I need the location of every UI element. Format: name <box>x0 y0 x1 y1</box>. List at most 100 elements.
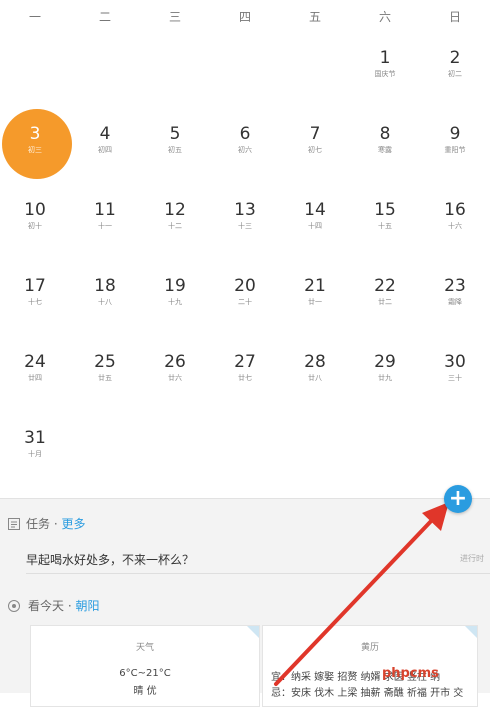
today-location-link[interactable]: 朝阳 <box>75 599 99 613</box>
day-cell[interactable]: 11 十一 <box>70 184 140 254</box>
day-cell[interactable]: 15 十五 <box>350 184 420 254</box>
almanac-card[interactable]: 黄历 宜：纳采 嫁娶 招赘 纳婿 求医 竖柱 纳 忌：安床 伐木 上梁 抽薪 斋… <box>262 625 478 707</box>
day-cell[interactable]: 22 廿二 <box>350 260 420 330</box>
day-number: 28 <box>304 352 326 372</box>
day-number: 23 <box>444 276 466 296</box>
weekday-mon: 一 <box>28 10 41 24</box>
day-cell[interactable]: 10 初十 <box>0 184 70 254</box>
day-cell[interactable]: 28 廿八 <box>280 336 350 406</box>
lunar-date: 十七 <box>28 298 42 306</box>
day-cell[interactable]: 25 廿五 <box>70 336 140 406</box>
almanac-title: 黄历 <box>360 643 379 653</box>
day-cell[interactable]: 24 廿四 <box>0 336 70 406</box>
lunar-date: 廿四 <box>28 374 42 382</box>
lunar-date: 十八 <box>98 298 112 306</box>
lunar-date: 廿一 <box>308 298 322 306</box>
day-cell[interactable]: 29 廿九 <box>350 336 420 406</box>
day-cell[interactable]: 17 十七 <box>0 260 70 330</box>
weather-temperature: 6°C~21°C <box>119 668 171 679</box>
day-cell[interactable]: 13 十三 <box>210 184 280 254</box>
day-cell[interactable]: 8 寒露 <box>350 108 420 178</box>
day-number: 24 <box>24 352 46 372</box>
weekday-sun: 日 <box>448 10 461 24</box>
day-number: 3 <box>29 124 41 144</box>
task-item[interactable]: 早起喝水好处多，不来一杯么？ 进行时 <box>26 539 490 574</box>
day-number: 16 <box>444 200 466 220</box>
day-cell[interactable]: 12 十二 <box>140 184 210 254</box>
location-icon <box>8 600 20 612</box>
lunar-date: 初六 <box>238 146 252 154</box>
day-cell[interactable]: 1 国庆节 <box>350 32 420 102</box>
task-item-text: 早起喝水好处多，不来一杯么？ <box>26 553 195 567</box>
lunar-date: 二十 <box>238 298 252 306</box>
day-cell[interactable]: 3 初三 <box>0 108 72 179</box>
day-number: 6 <box>239 124 251 144</box>
lunar-date: 初四 <box>98 146 112 154</box>
lunar-date: 廿九 <box>378 374 392 382</box>
lunar-date: 初五 <box>168 146 182 154</box>
day-cell[interactable]: 19 十九 <box>140 260 210 330</box>
day-cell[interactable]: 9 重阳节 <box>420 108 490 178</box>
tasks-more-link[interactable]: 更多 <box>61 517 85 531</box>
lunar-date: 十月 <box>28 450 42 458</box>
day-cell[interactable]: 20 二十 <box>210 260 280 330</box>
day-number: 21 <box>304 276 326 296</box>
day-number: 17 <box>24 276 46 296</box>
day-cell[interactable]: 26 廿六 <box>140 336 210 406</box>
day-cell[interactable]: 16 十六 <box>420 184 490 254</box>
day-cell[interactable]: 6 初六 <box>210 108 280 178</box>
lunar-date: 廿八 <box>308 374 322 382</box>
day-cell[interactable]: 30 三十 <box>420 336 490 406</box>
watermark: phpcms <box>382 666 439 681</box>
lunar-date: 十九 <box>168 298 182 306</box>
weekday-header: 一 二 三 四 五 六 日 <box>0 0 490 26</box>
day-number: 25 <box>94 352 116 372</box>
day-cell[interactable]: 5 初五 <box>140 108 210 178</box>
day-cell[interactable]: 7 初七 <box>280 108 350 178</box>
day-cell[interactable]: 23 霜降 <box>420 260 490 330</box>
day-number: 19 <box>164 276 186 296</box>
lunar-date: 十六 <box>448 222 462 230</box>
day-number: 18 <box>94 276 116 296</box>
tasks-separator: · <box>50 517 62 531</box>
day-number: 7 <box>309 124 321 144</box>
bottom-panel: 任务 · 更多 早起喝水好处多，不来一杯么？ 进行时 看今天 · 朝阳 天气 6… <box>0 498 490 707</box>
weather-card[interactable]: 天气 6°C~21°C 晴 优 <box>30 625 260 707</box>
day-cell[interactable]: 2 初二 <box>420 32 490 102</box>
day-cell[interactable]: 27 廿七 <box>210 336 280 406</box>
day-number: 11 <box>94 200 116 220</box>
today-separator: · <box>64 599 76 613</box>
today-title: 看今天 <box>28 599 65 613</box>
weather-title: 天气 <box>135 643 154 653</box>
selected-day-highlight <box>2 109 72 179</box>
weekday-tue: 二 <box>98 10 111 24</box>
day-number: 13 <box>234 200 256 220</box>
lunar-date: 十四 <box>308 222 322 230</box>
day-number: 4 <box>99 124 111 144</box>
day-number: 31 <box>24 428 46 448</box>
card-corner-tag <box>465 626 477 638</box>
lunar-date: 十二 <box>168 222 182 230</box>
add-button[interactable]: + <box>444 485 472 513</box>
day-number: 29 <box>374 352 396 372</box>
lunar-date: 廿七 <box>238 374 252 382</box>
lunar-date: 十三 <box>238 222 252 230</box>
lunar-date: 十五 <box>378 222 392 230</box>
weekday-fri: 五 <box>308 10 321 24</box>
lunar-date: 寒露 <box>378 146 392 154</box>
day-cell[interactable]: 31 十月 <box>0 412 70 482</box>
day-cell[interactable]: 21 廿一 <box>280 260 350 330</box>
lunar-date: 十一 <box>98 222 112 230</box>
lunar-date: 廿六 <box>168 374 182 382</box>
day-cell[interactable]: 14 十四 <box>280 184 350 254</box>
lunar-date: 廿五 <box>98 374 112 382</box>
card-corner-tag <box>247 626 259 638</box>
day-number: 10 <box>24 200 46 220</box>
day-cell[interactable]: 18 十八 <box>70 260 140 330</box>
day-number: 15 <box>374 200 396 220</box>
day-number: 9 <box>449 124 461 144</box>
lunar-date: 初七 <box>308 146 322 154</box>
lunar-date: 重阳节 <box>444 146 466 154</box>
month-grid: 1 国庆节 2 初二 3 初三 4 初四 5 初五 6 初六 7 初七 8 寒露 9 重阳节 10 初十 11 十一 12 十… <box>0 26 490 500</box>
day-cell[interactable]: 4 初四 <box>70 108 140 178</box>
